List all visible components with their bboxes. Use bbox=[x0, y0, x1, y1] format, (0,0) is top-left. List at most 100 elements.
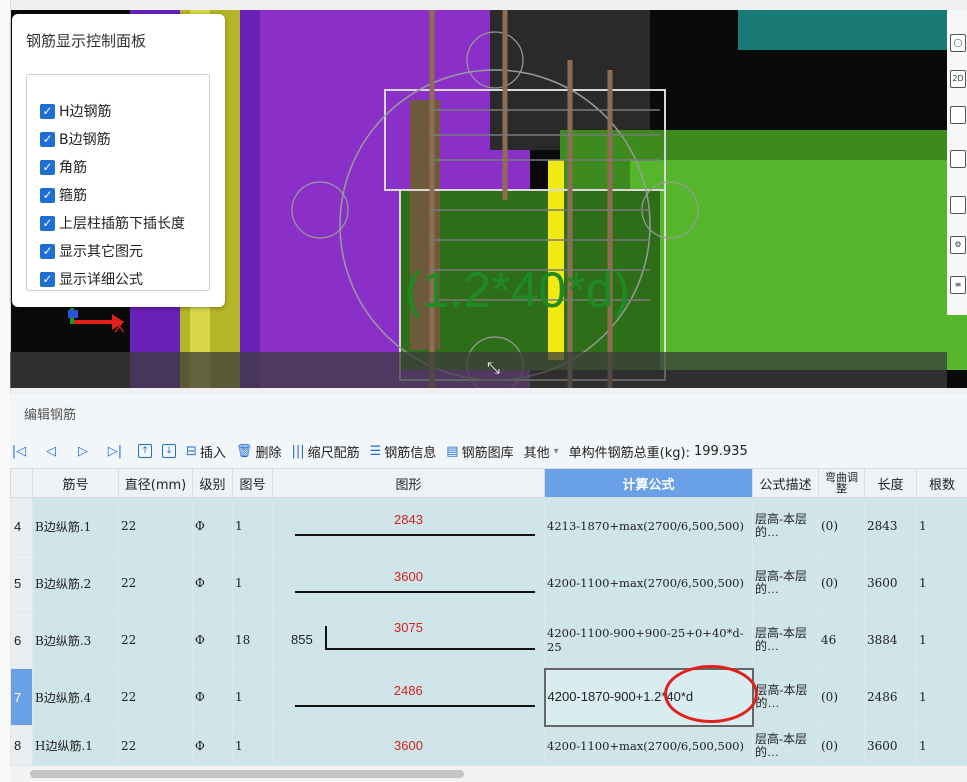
cell-grade[interactable]: Φ bbox=[192, 668, 233, 726]
col-name[interactable]: 筋号 bbox=[32, 468, 119, 498]
cell-name[interactable]: B边纵筋.2 bbox=[32, 554, 119, 612]
scale-bar-button[interactable]: ||| 缩尺配筋 bbox=[291, 442, 359, 461]
next-record-icon[interactable]: ▷ bbox=[74, 444, 92, 459]
cell-count[interactable]: 1 bbox=[916, 611, 967, 669]
col-bend[interactable]: 弯曲调整 bbox=[818, 468, 865, 498]
side-view-icon[interactable] bbox=[950, 196, 966, 214]
checkbox-icon[interactable]: ✓ bbox=[40, 271, 55, 287]
checkbox-icon[interactable]: ✓ bbox=[40, 187, 55, 203]
checkbox-corner-rebar[interactable]: ✓ 角筋 bbox=[40, 156, 87, 178]
cell-bend[interactable]: (0) bbox=[818, 668, 865, 726]
checkbox-h-rebar[interactable]: ✓ H边钢筋 bbox=[40, 100, 112, 122]
rebar-library-button[interactable]: ▤ 钢筋图库 bbox=[446, 442, 513, 461]
col-desc[interactable]: 公式描述 bbox=[752, 468, 819, 498]
table-row-selected[interactable]: 7 B边纵筋.4 22 Φ 1 2486 4200-1870-900+1.2*4… bbox=[10, 667, 967, 727]
cell-count[interactable]: 1 bbox=[916, 497, 967, 555]
cell-shape[interactable]: 3600 bbox=[272, 725, 545, 766]
top-view-icon[interactable] bbox=[950, 150, 966, 168]
cell-desc[interactable]: 层高-本层的… bbox=[752, 554, 819, 612]
checkbox-upper-dowel-length[interactable]: ✓ 上层柱插筋下插长度 bbox=[40, 212, 185, 234]
shrink-arrows-icon[interactable]: ⤡ bbox=[487, 358, 500, 378]
other-dropdown[interactable]: 其他 ▾ bbox=[524, 442, 559, 461]
cell-length[interactable]: 2486 bbox=[864, 668, 917, 726]
checkbox-icon[interactable]: ✓ bbox=[40, 243, 55, 259]
cell-name[interactable]: B边纵筋.3 bbox=[32, 611, 119, 669]
col-count[interactable]: 根数 bbox=[916, 468, 967, 498]
insert-button[interactable]: ⊟ 插入 bbox=[186, 442, 226, 461]
cell-length[interactable]: 3600 bbox=[864, 725, 917, 766]
cell-length[interactable]: 2843 bbox=[864, 497, 917, 555]
table-row[interactable]: 6 B边纵筋.3 22 Φ 18 855 3075 4200-1100-900+… bbox=[10, 611, 967, 669]
cell-shape[interactable]: 2486 bbox=[272, 668, 545, 726]
cell-length[interactable]: 3600 bbox=[864, 554, 917, 612]
cell-desc[interactable]: 层高-本层的… bbox=[752, 725, 819, 766]
formula-edit-input[interactable]: 4200-1870-900+1.2*40*d bbox=[543, 667, 754, 727]
cell-formula[interactable]: 4200-1100+max(2700/6,500,500) bbox=[544, 554, 753, 612]
delete-button[interactable]: 🗑 删除 bbox=[236, 442, 282, 461]
cell-bend[interactable]: (0) bbox=[818, 725, 865, 766]
cell-shape[interactable]: 3600 bbox=[272, 554, 545, 612]
rebar-info-button[interactable]: ☰ 钢筋信息 bbox=[370, 442, 437, 461]
cell-fig[interactable]: 1 bbox=[232, 497, 273, 555]
cell-diameter[interactable]: 22 bbox=[118, 725, 193, 766]
checkbox-icon[interactable]: ✓ bbox=[40, 159, 55, 175]
checkbox-icon[interactable]: ✓ bbox=[40, 131, 55, 147]
checkbox-stirrup[interactable]: ✓ 箍筋 bbox=[40, 184, 87, 206]
2d-view-icon[interactable]: 2D bbox=[950, 70, 966, 88]
checkbox-show-other-elements[interactable]: ✓ 显示其它图元 bbox=[40, 240, 143, 262]
cell-length[interactable]: 3884 bbox=[864, 611, 917, 669]
col-formula[interactable]: 计算公式 bbox=[544, 468, 753, 498]
checkbox-icon[interactable]: ✓ bbox=[40, 215, 55, 231]
cell-diameter[interactable]: 22 bbox=[118, 554, 193, 612]
last-record-icon[interactable]: ▷| bbox=[106, 444, 124, 459]
cell-formula[interactable]: 4200-1100-900+900-25+0+40*d-25 bbox=[544, 611, 753, 669]
col-grade[interactable]: 级别 bbox=[192, 468, 233, 498]
col-shape[interactable]: 图形 bbox=[272, 468, 545, 498]
cell-fig[interactable]: 18 bbox=[232, 611, 273, 669]
cell-grade[interactable]: Φ bbox=[192, 554, 233, 612]
cell-fig[interactable]: 1 bbox=[232, 554, 273, 612]
prev-record-icon[interactable]: ◁ bbox=[42, 444, 60, 459]
table-row[interactable]: 5 B边纵筋.2 22 Φ 1 3600 4200-1100+max(2700/… bbox=[10, 554, 967, 612]
cell-bend[interactable]: 46 bbox=[818, 611, 865, 669]
scrollbar-thumb[interactable] bbox=[30, 770, 464, 778]
rotate-view-icon[interactable]: ◯ bbox=[950, 34, 966, 52]
cell-grade[interactable]: Φ bbox=[192, 611, 233, 669]
list-view-icon[interactable]: ≡ bbox=[950, 276, 966, 294]
col-length[interactable]: 长度 bbox=[864, 468, 917, 498]
cell-bend[interactable]: (0) bbox=[818, 554, 865, 612]
cell-fig[interactable]: 1 bbox=[232, 668, 273, 726]
col-diameter[interactable]: 直径(mm) bbox=[118, 468, 193, 498]
cell-count[interactable]: 1 bbox=[916, 725, 967, 766]
box-view-icon[interactable] bbox=[950, 106, 966, 124]
move-up-icon[interactable]: ↑ bbox=[138, 444, 152, 458]
cell-name[interactable]: B边纵筋.4 bbox=[32, 668, 119, 726]
cell-bend[interactable]: (0) bbox=[818, 497, 865, 555]
cell-desc[interactable]: 层高-本层的… bbox=[752, 668, 819, 726]
cell-diameter[interactable]: 22 bbox=[118, 497, 193, 555]
checkbox-b-rebar[interactable]: ✓ B边钢筋 bbox=[40, 128, 111, 150]
move-down-icon[interactable]: ↓ bbox=[162, 444, 176, 458]
cell-name[interactable]: H边纵筋.1 bbox=[32, 725, 119, 766]
first-record-icon[interactable]: |◁ bbox=[10, 444, 28, 459]
checkbox-icon[interactable]: ✓ bbox=[40, 103, 55, 119]
table-row[interactable]: 4 B边纵筋.1 22 Φ 1 2843 4213-1870+max(2700/… bbox=[10, 497, 967, 555]
settings-view-icon[interactable]: ⚙ bbox=[950, 236, 966, 254]
cell-diameter[interactable]: 22 bbox=[118, 668, 193, 726]
cell-name[interactable]: B边纵筋.1 bbox=[32, 497, 119, 555]
cell-count[interactable]: 1 bbox=[916, 668, 967, 726]
cell-grade[interactable]: Φ bbox=[192, 497, 233, 555]
cell-diameter[interactable]: 22 bbox=[118, 611, 193, 669]
cell-grade[interactable]: Φ bbox=[192, 725, 233, 766]
col-fig[interactable]: 图号 bbox=[232, 468, 273, 498]
cell-fig[interactable]: 1 bbox=[232, 725, 273, 766]
cell-shape[interactable]: 855 3075 bbox=[272, 611, 545, 669]
checkbox-show-detailed-formula[interactable]: ✓ 显示详细公式 bbox=[40, 268, 143, 290]
cell-desc[interactable]: 层高-本层的… bbox=[752, 497, 819, 555]
cell-shape[interactable]: 2843 bbox=[272, 497, 545, 555]
table-row[interactable]: 8 H边纵筋.1 22 Φ 1 3600 4200-1100+max(2700/… bbox=[10, 725, 967, 766]
cell-desc[interactable]: 层高-本层的… bbox=[752, 611, 819, 669]
cell-formula[interactable]: 4213-1870+max(2700/6,500,500) bbox=[544, 497, 753, 555]
cell-count[interactable]: 1 bbox=[916, 554, 967, 612]
cell-formula[interactable]: 4200-1100+max(2700/6,500,500) bbox=[544, 725, 753, 766]
